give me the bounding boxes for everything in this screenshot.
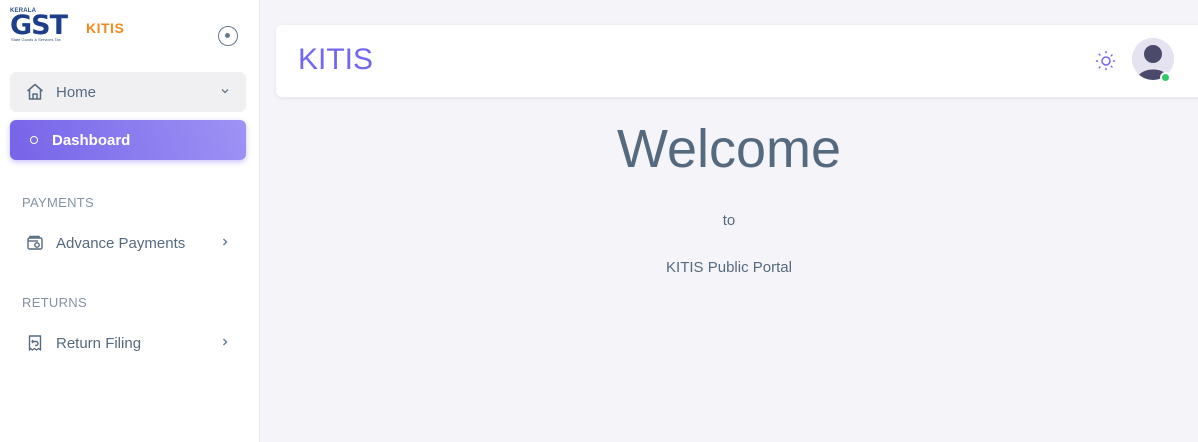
- logo-gst-text: GST: [10, 10, 68, 41]
- wallet-icon: [24, 232, 46, 254]
- section-header-payments: PAYMENTS: [22, 195, 94, 210]
- chevron-right-icon: [218, 235, 232, 253]
- home-icon: [24, 81, 46, 103]
- sidebar-item-dashboard[interactable]: Dashboard: [10, 120, 246, 160]
- sidebar-item-home[interactable]: Home: [10, 72, 246, 112]
- brand[interactable]: KERALA GST KITIS State Goods & Services …: [8, 8, 248, 58]
- sidebar-item-advance-payments[interactable]: Advance Payments: [10, 223, 246, 263]
- sidebar-item-label: Return Filing: [56, 334, 142, 352]
- welcome-to-text: to: [722, 212, 736, 229]
- chevron-down-icon: [218, 84, 232, 102]
- chevron-right-icon: [218, 335, 232, 353]
- top-navbar: KITIS: [276, 25, 1198, 97]
- page-title: KITIS: [298, 43, 374, 76]
- collapse-icon[interactable]: [218, 26, 238, 46]
- sidebar-item-return-filing[interactable]: Return Filing: [10, 323, 246, 363]
- portal-name-text: KITIS Public Portal: [666, 259, 792, 276]
- online-status-badge: [1160, 72, 1171, 83]
- sun-icon[interactable]: [1094, 49, 1118, 73]
- sidebar-item-label: Dashboard: [52, 131, 131, 149]
- sidebar-item-label: Advance Payments: [56, 234, 186, 252]
- gst-logo[interactable]: KERALA GST KITIS State Goods & Services …: [8, 8, 128, 44]
- logo-subtitle: State Goods & Services Tax: [11, 37, 61, 42]
- section-header-returns: RETURNS: [22, 295, 87, 310]
- logo-kitis-text: KITIS: [86, 20, 125, 36]
- circle-icon: [30, 136, 38, 144]
- sidebar: KERALA GST KITIS State Goods & Services …: [0, 0, 260, 442]
- receipt-icon: [24, 332, 46, 354]
- welcome-heading: Welcome: [616, 119, 842, 179]
- sidebar-item-label: Home: [56, 83, 97, 101]
